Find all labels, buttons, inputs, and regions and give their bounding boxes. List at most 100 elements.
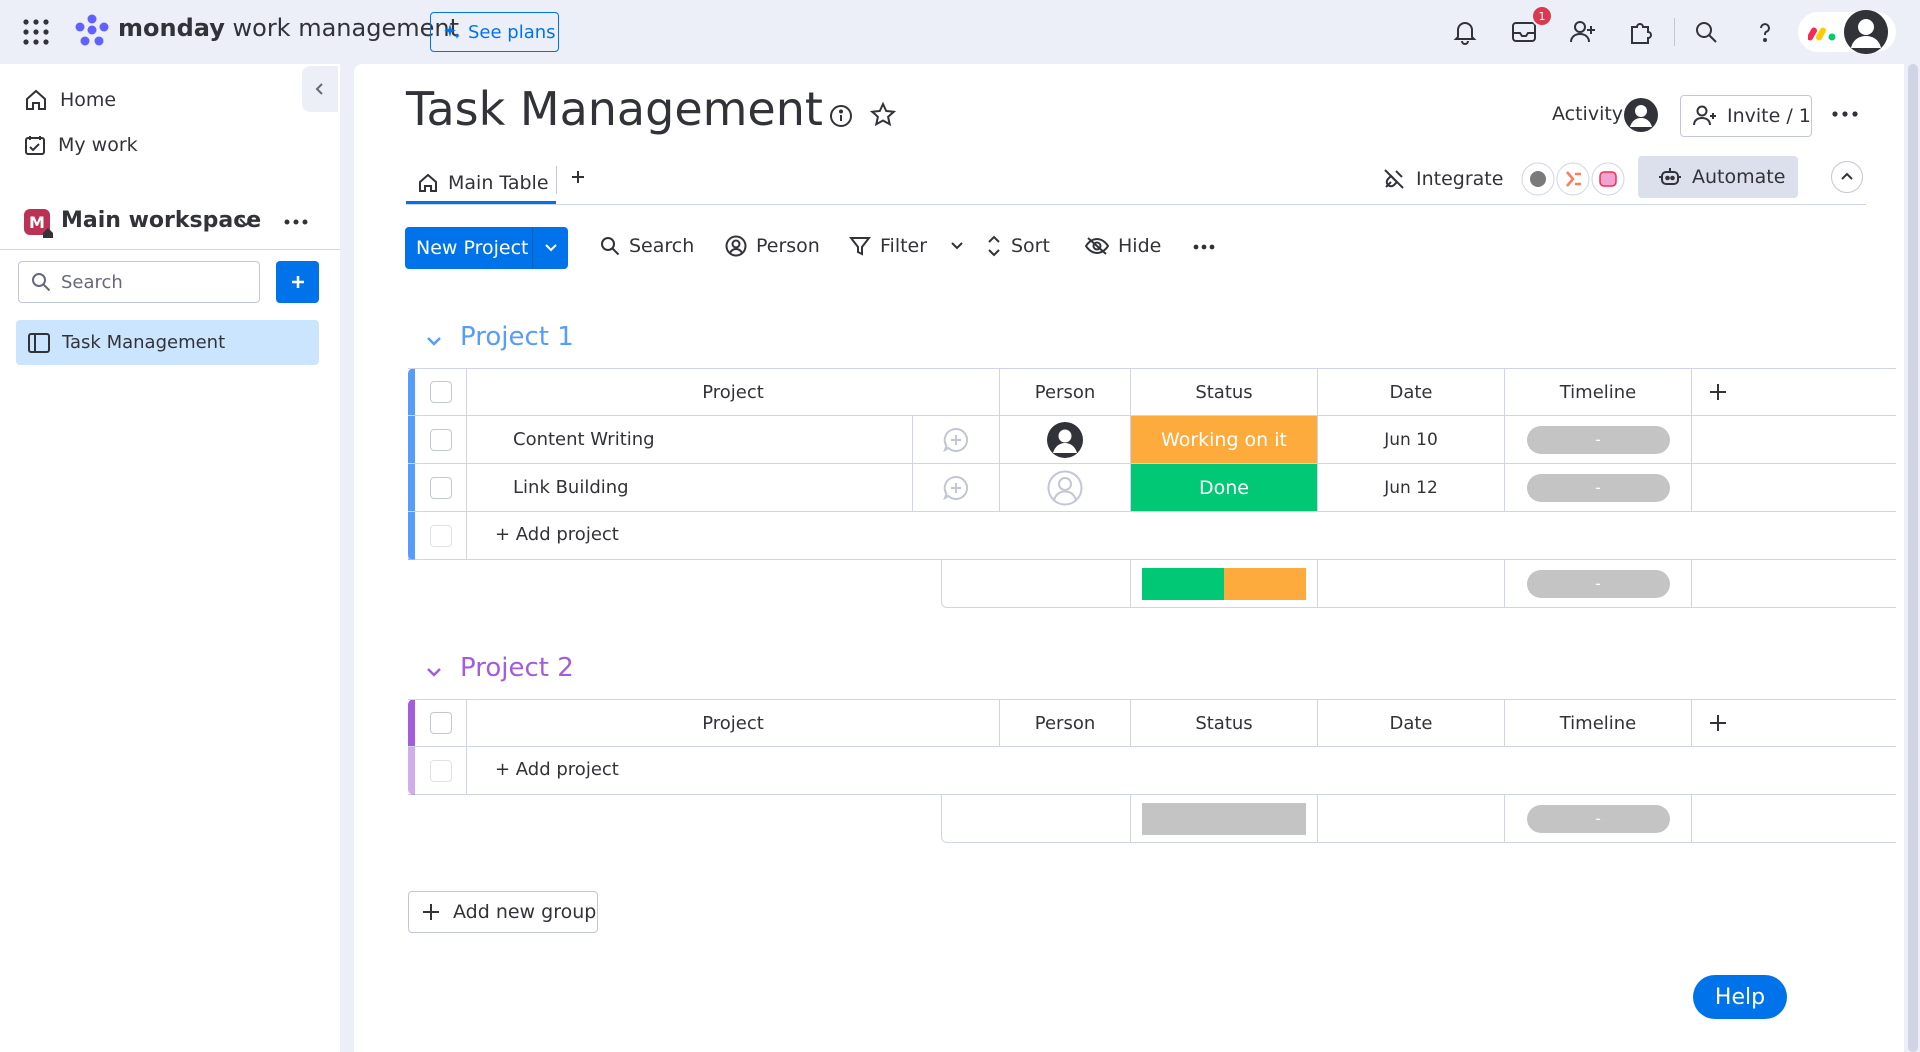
status-summary-bar[interactable]	[1142, 802, 1306, 835]
activity-avatar[interactable]	[1624, 98, 1658, 132]
activity-label[interactable]: Activity	[1552, 103, 1623, 125]
integrate-plug-icon	[1382, 167, 1406, 191]
add-project-input[interactable]: + Add project	[495, 759, 619, 780]
column-header-date[interactable]: Date	[1318, 368, 1505, 416]
automate-button[interactable]: Automate	[1638, 156, 1798, 198]
add-column-plus-icon[interactable]	[1692, 368, 1744, 416]
column-header-person[interactable]: Person	[1000, 699, 1131, 747]
vertical-scrollbar[interactable]	[1908, 64, 1918, 1052]
workspace-name[interactable]: Main workspace	[61, 208, 261, 233]
sidebar-item-my-work[interactable]: My work	[24, 134, 138, 156]
toolbar-more-icon[interactable]	[1193, 244, 1215, 250]
sidebar-item-task-management[interactable]: Task Management	[16, 320, 319, 365]
filter-chevron-down-icon[interactable]	[950, 241, 964, 251]
see-plans-button[interactable]: See plans	[430, 12, 559, 52]
person-circle-icon	[725, 235, 747, 257]
add-column-plus-icon[interactable]	[1692, 699, 1744, 747]
apps-grid-icon[interactable]	[22, 18, 50, 46]
row-checkbox-cell	[415, 464, 467, 511]
date-cell[interactable]: Jun 10	[1318, 416, 1505, 463]
collapse-header-button[interactable]	[1831, 161, 1863, 193]
column-header-project[interactable]: Project	[467, 368, 1000, 416]
timeline-summary-pill[interactable]: -	[1526, 804, 1670, 833]
toolbar-person-button[interactable]: Person	[725, 235, 820, 257]
person-avatar[interactable]	[1000, 416, 1131, 463]
chevron-down-icon[interactable]	[532, 227, 568, 269]
add-project-input[interactable]: + Add project	[495, 524, 619, 545]
add-view-plus-icon[interactable]	[570, 169, 586, 185]
timeline-cell[interactable]: -	[1505, 416, 1692, 463]
column-header-person[interactable]: Person	[1000, 368, 1131, 416]
toolbar-filter-button[interactable]: Filter	[849, 235, 964, 257]
row-checkbox[interactable]	[429, 428, 452, 451]
workspace-home-badge-icon	[42, 227, 54, 239]
select-all-checkbox-cell	[415, 368, 467, 416]
new-project-button[interactable]: New Project	[405, 227, 568, 269]
timeline-summary-pill[interactable]: -	[1526, 569, 1670, 598]
monday-logo-icon[interactable]	[74, 14, 110, 48]
item-name[interactable]: Content Writing	[467, 416, 913, 463]
integrate-button[interactable]: Integrate	[1382, 162, 1625, 196]
add-row-checkbox-cell	[415, 512, 467, 559]
board-more-icon[interactable]	[1832, 110, 1858, 118]
user-avatar[interactable]	[1844, 10, 1888, 54]
add-update-icon[interactable]	[913, 416, 1000, 463]
help-icon[interactable]	[1748, 15, 1782, 49]
select-all-checkbox[interactable]	[429, 381, 452, 403]
select-all-checkbox[interactable]	[429, 712, 452, 734]
collapse-sidebar-button[interactable]	[302, 66, 338, 112]
group-2-chevron-down-icon[interactable]	[424, 662, 444, 682]
invite-button[interactable]: Invite / 1	[1680, 95, 1812, 137]
sidebar-search-input[interactable]: Search	[18, 261, 260, 303]
workspace-chevron-down-icon[interactable]	[238, 216, 254, 228]
group-1-title[interactable]: Project 1	[460, 322, 574, 352]
sidebar-item-home-label: Home	[60, 89, 117, 111]
toolbar-search-button[interactable]: Search	[600, 235, 694, 257]
topbar-divider	[1674, 18, 1675, 46]
column-header-project[interactable]: Project	[467, 699, 1000, 747]
group-1-chevron-down-icon[interactable]	[424, 331, 444, 351]
search-icon	[600, 236, 620, 256]
add-new-group-button[interactable]: Add new group	[408, 891, 598, 933]
status-summary-bar[interactable]	[1142, 567, 1306, 600]
status-cell[interactable]: Working on it	[1131, 416, 1318, 463]
integrate-label: Integrate	[1416, 168, 1504, 190]
date-cell[interactable]: Jun 12	[1318, 464, 1505, 511]
group-2-title[interactable]: Project 2	[460, 653, 574, 683]
column-header-date[interactable]: Date	[1318, 699, 1505, 747]
toolbar-search-label: Search	[629, 235, 695, 257]
favorite-star-icon[interactable]	[870, 102, 896, 128]
new-project-label: New Project	[416, 237, 529, 259]
timeline-cell[interactable]: -	[1505, 464, 1692, 511]
empty-person-icon[interactable]	[1000, 464, 1131, 511]
status-cell[interactable]: Done	[1131, 464, 1318, 511]
row-checkbox[interactable]	[429, 476, 452, 499]
toolbar-sort-button[interactable]: Sort	[986, 235, 1050, 257]
board-title[interactable]: Task Management	[406, 82, 823, 136]
workspace-more-icon[interactable]	[284, 218, 308, 226]
item-name[interactable]: Link Building	[467, 464, 913, 511]
invite-members-icon[interactable]	[1566, 15, 1600, 49]
add-board-button[interactable]	[276, 261, 319, 303]
board-info-icon[interactable]	[829, 104, 853, 128]
column-header-timeline[interactable]: Timeline	[1505, 699, 1692, 747]
column-header-status[interactable]: Status	[1131, 368, 1318, 416]
invite-label: Invite / 1	[1727, 105, 1811, 127]
column-header-timeline[interactable]: Timeline	[1505, 368, 1692, 416]
robot-icon	[1658, 167, 1682, 187]
person-summary-cell	[942, 560, 1131, 607]
apps-puzzle-icon[interactable]	[1624, 15, 1658, 49]
home-icon	[24, 88, 48, 112]
column-header-status[interactable]: Status	[1131, 699, 1318, 747]
sidebar-item-home[interactable]: Home	[24, 88, 116, 112]
tab-main-table[interactable]: Main Table	[406, 162, 556, 204]
add-item-row	[408, 747, 1896, 795]
help-button[interactable]: Help	[1693, 975, 1787, 1019]
select-all-checkbox-cell	[415, 699, 467, 747]
toolbar-hide-button[interactable]: Hide	[1085, 235, 1161, 257]
add-update-icon[interactable]	[913, 464, 1000, 511]
notifications-bell-icon[interactable]	[1448, 15, 1482, 49]
search-icon[interactable]	[1689, 15, 1723, 49]
timeline-summary-cell: -	[1505, 795, 1692, 842]
tab-separator	[556, 166, 557, 194]
